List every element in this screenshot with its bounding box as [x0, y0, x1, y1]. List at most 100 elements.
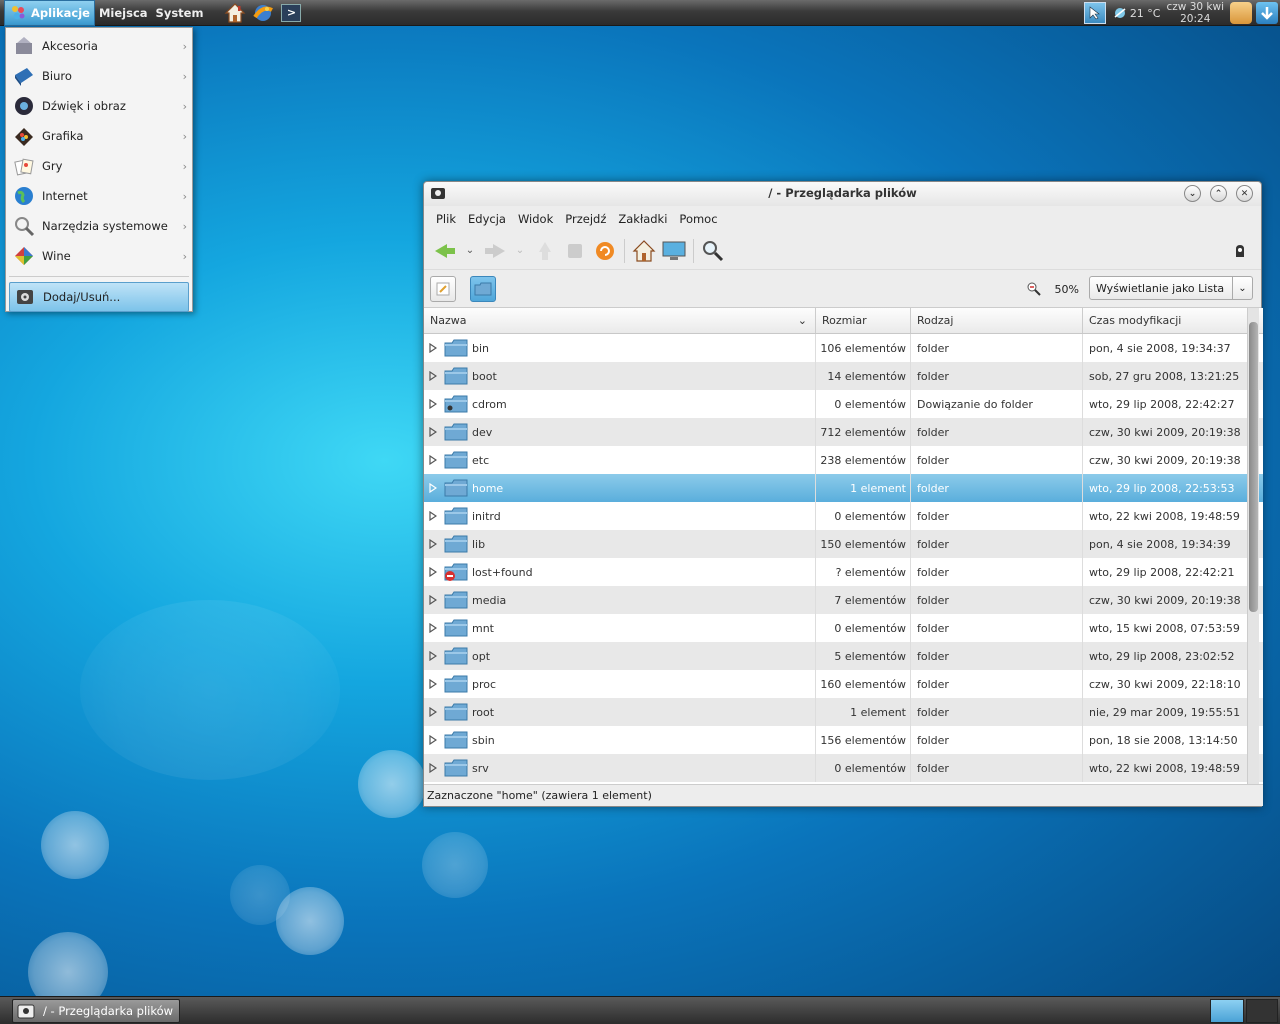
- folder-icon: [444, 451, 468, 469]
- minimize-button[interactable]: ⌄: [1184, 185, 1201, 202]
- window-titlebar[interactable]: / - Przeglądarka plików ⌄ ⌃ ✕: [424, 182, 1261, 206]
- type-cell: folder: [911, 558, 1083, 586]
- zoom-out-button[interactable]: [1023, 281, 1045, 297]
- table-row[interactable]: media 7 elementów folder czw, 30 kwi 2009, …: [424, 586, 1263, 614]
- applications-menu[interactable]: Aplikacje: [4, 0, 95, 26]
- expander-icon[interactable]: [428, 455, 438, 465]
- expander-icon[interactable]: [428, 539, 438, 549]
- system-menu[interactable]: System: [152, 0, 208, 26]
- column-type[interactable]: Rodzaj: [911, 308, 1083, 333]
- file-name: initrd: [472, 509, 501, 523]
- main-toolbar: ⌄ ⌄: [424, 232, 1261, 270]
- expander-icon[interactable]: [428, 567, 438, 577]
- table-row[interactable]: sbin 156 elementów folder pon, 18 sie 2008,…: [424, 726, 1263, 754]
- table-row[interactable]: bin 106 elementów folder pon, 4 sie 2008, 1…: [424, 334, 1263, 362]
- expander-icon[interactable]: [428, 343, 438, 353]
- table-row[interactable]: lib 150 elementów folder pon, 4 sie 2008, 1…: [424, 530, 1263, 558]
- workspace-1[interactable]: [1210, 999, 1244, 1023]
- update-notifier-icon[interactable]: [1256, 2, 1278, 24]
- clock-applet[interactable]: czw 30 kwi 20:24: [1161, 1, 1231, 25]
- file-size: 1 element: [850, 481, 906, 495]
- home-launcher[interactable]: [221, 0, 249, 26]
- workspace-2[interactable]: [1246, 999, 1278, 1023]
- file-type: folder: [917, 649, 949, 663]
- menu-item-accessories[interactable]: Akcesoria ›: [6, 31, 192, 61]
- expander-icon[interactable]: [428, 735, 438, 745]
- weather-applet[interactable]: 21 °C: [1112, 5, 1161, 21]
- menu-item-graphics[interactable]: Grafika ›: [6, 121, 192, 151]
- menu-item-add-remove[interactable]: Dodaj/Usuń...: [9, 282, 189, 312]
- table-row[interactable]: mnt 0 elementów folder wto, 15 kwi 2008, 07…: [424, 614, 1263, 642]
- expander-icon[interactable]: [428, 707, 438, 717]
- menu-edit[interactable]: Edycja: [468, 212, 506, 226]
- scrollbar-thumb[interactable]: [1249, 322, 1258, 612]
- table-row[interactable]: cdrom 0 elementów Dowiązanie do folder wto,…: [424, 390, 1263, 418]
- table-row[interactable]: proc 160 elementów folder czw, 30 kwi 2009,…: [424, 670, 1263, 698]
- expander-icon[interactable]: [428, 623, 438, 633]
- view-mode-select[interactable]: Wyświetlanie jako Lista ⌄: [1089, 276, 1253, 300]
- menu-item-system-tools[interactable]: Narzędzia systemowe ›: [6, 211, 192, 241]
- root-path-button[interactable]: [470, 275, 496, 302]
- menu-bookmarks[interactable]: Zakładki: [618, 212, 667, 226]
- reload-button[interactable]: [590, 236, 620, 266]
- back-history-dropdown[interactable]: ⌄: [460, 236, 480, 266]
- table-row[interactable]: dev 712 elementów folder czw, 30 kwi 2009, …: [424, 418, 1263, 446]
- size-cell: 712 elementów: [816, 418, 911, 446]
- column-date[interactable]: Czas modyfikacji: [1083, 308, 1249, 333]
- expander-icon[interactable]: [428, 483, 438, 493]
- back-button[interactable]: [430, 236, 460, 266]
- table-row[interactable]: lost+found ? elementów folder wto, 29 lip 2…: [424, 558, 1263, 586]
- stop-button[interactable]: [560, 236, 590, 266]
- menu-item-games[interactable]: Gry ›: [6, 151, 192, 181]
- menu-item-office[interactable]: Biuro ›: [6, 61, 192, 91]
- menu-go[interactable]: Przejdź: [565, 212, 606, 226]
- close-button[interactable]: ✕: [1236, 185, 1253, 202]
- menu-item-multimedia[interactable]: Dźwięk i obraz ›: [6, 91, 192, 121]
- table-row[interactable]: boot 14 elementów folder sob, 27 gru 2008, …: [424, 362, 1263, 390]
- column-name[interactable]: Nazwa ⌄: [424, 308, 816, 333]
- maximize-button[interactable]: ⌃: [1210, 185, 1227, 202]
- expander-icon[interactable]: [428, 511, 438, 521]
- home-folder-button[interactable]: [629, 236, 659, 266]
- browser-launcher[interactable]: [249, 0, 277, 26]
- cursor-applet-icon[interactable]: [1083, 2, 1106, 24]
- text-location-toggle[interactable]: [430, 275, 456, 302]
- search-button[interactable]: [698, 236, 728, 266]
- forward-history-dropdown[interactable]: ⌄: [510, 236, 530, 266]
- file-size: 156 elementów: [820, 733, 906, 747]
- table-row[interactable]: opt 5 elementów folder wto, 29 lip 2008, 23…: [424, 642, 1263, 670]
- zoom-level[interactable]: 50%: [1055, 283, 1079, 296]
- menu-file[interactable]: Plik: [436, 212, 456, 226]
- table-row[interactable]: srv 0 elementów folder wto, 22 kwi 2008, 19…: [424, 754, 1263, 782]
- menu-help[interactable]: Pomoc: [679, 212, 717, 226]
- expander-icon[interactable]: [428, 595, 438, 605]
- menu-item-internet[interactable]: Internet ›: [6, 181, 192, 211]
- expander-icon[interactable]: [428, 679, 438, 689]
- file-type: folder: [917, 341, 949, 355]
- expander-icon[interactable]: [428, 371, 438, 381]
- file-date: sob, 27 gru 2008, 13:21:25: [1089, 369, 1240, 383]
- menu-view[interactable]: Widok: [518, 212, 553, 226]
- terminal-launcher[interactable]: >: [277, 0, 305, 26]
- table-row[interactable]: home 1 element folder wto, 29 lip 2008, 22:…: [424, 474, 1263, 502]
- expander-icon[interactable]: [428, 651, 438, 661]
- menu-item-label: Narzędzia systemowe: [42, 219, 168, 233]
- table-row[interactable]: root 1 element folder nie, 29 mar 2009, 19:…: [424, 698, 1263, 726]
- vertical-scrollbar[interactable]: [1247, 308, 1259, 784]
- table-row[interactable]: etc 238 elementów folder czw, 30 kwi 2009, …: [424, 446, 1263, 474]
- column-size[interactable]: Rozmiar: [816, 308, 911, 333]
- notes-applet-icon[interactable]: [1230, 2, 1252, 24]
- taskbar-button-file-manager[interactable]: / - Przeglądarka plików: [12, 999, 180, 1023]
- submenu-arrow-icon: ›: [182, 189, 187, 203]
- places-menu[interactable]: Miejsca: [95, 0, 152, 26]
- table-row[interactable]: initrd 0 elementów folder wto, 22 kwi 2008,…: [424, 502, 1263, 530]
- expander-icon[interactable]: [428, 399, 438, 409]
- computer-button[interactable]: [659, 236, 689, 266]
- expander-icon[interactable]: [428, 763, 438, 773]
- forward-button[interactable]: [480, 236, 510, 266]
- menu-item-wine[interactable]: Wine ›: [6, 241, 192, 271]
- name-cell: cdrom: [424, 390, 816, 418]
- file-date: nie, 29 mar 2009, 19:55:51: [1089, 705, 1241, 719]
- expander-icon[interactable]: [428, 427, 438, 437]
- up-button[interactable]: [530, 236, 560, 266]
